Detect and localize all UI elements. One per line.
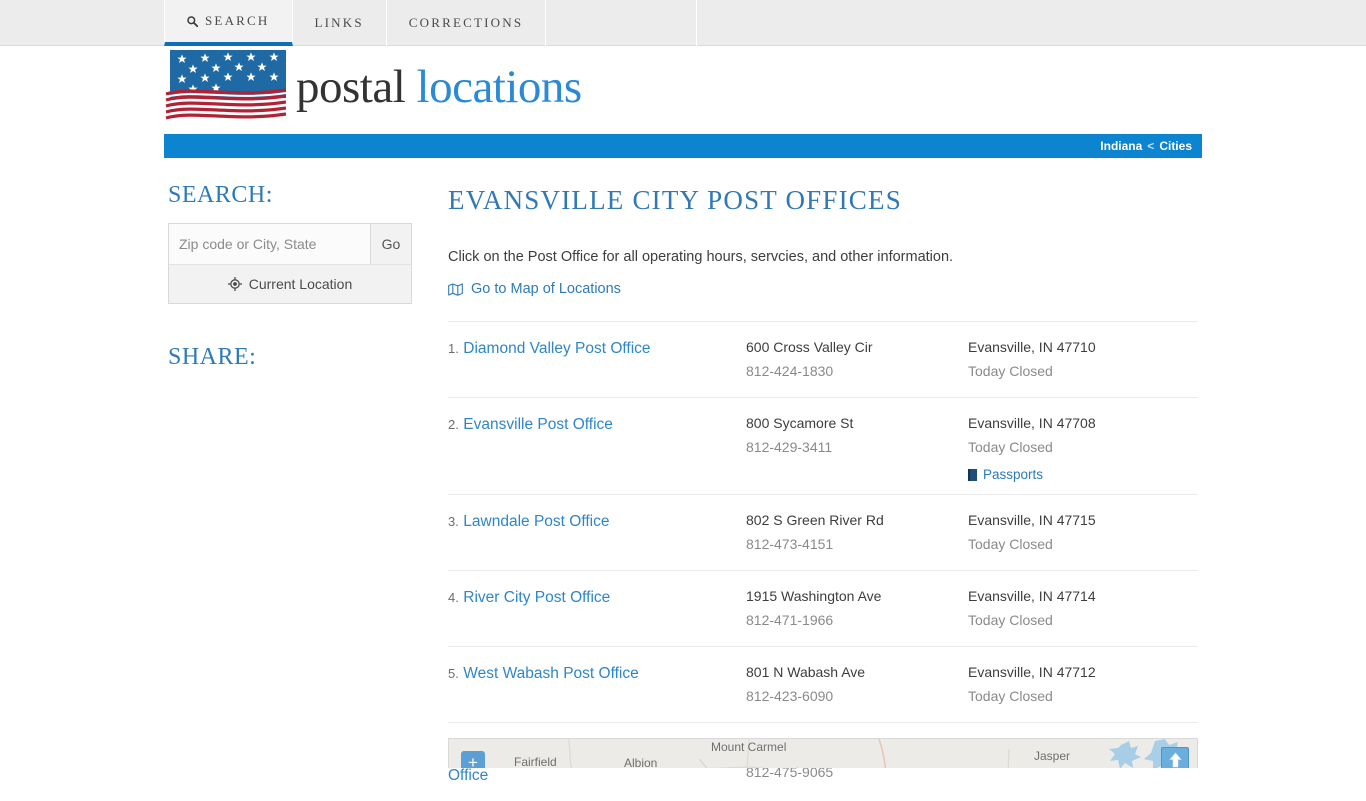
- locations-map[interactable]: Fairfield Albion Mount Carmel Princeton …: [448, 738, 1198, 768]
- office-link[interactable]: Diamond Valley Post Office: [463, 340, 650, 357]
- office-address: 801 N Wabash Ave: [746, 664, 866, 680]
- office-city-cell: Evansville, IN 47710 Today Closed: [968, 336, 1198, 385]
- table-row: 3. Lawndale Post Office 802 S Green Rive…: [448, 494, 1198, 570]
- office-status: Today Closed: [968, 439, 1053, 455]
- search-panel: Go Current Location: [168, 223, 412, 304]
- current-location-button[interactable]: Current Location: [169, 264, 411, 303]
- nav-tab-links[interactable]: LINKS: [293, 0, 387, 46]
- office-status: Today Closed: [968, 688, 1053, 704]
- row-index: 4.: [448, 590, 459, 605]
- map-label: Mount Carmel: [711, 740, 787, 754]
- nav-empty-slot: [546, 0, 698, 46]
- breadcrumb: Indiana < Cities: [164, 134, 1202, 158]
- search-input[interactable]: [169, 224, 371, 264]
- share-section-title: SHARE:: [168, 344, 257, 370]
- row-index: 1.: [448, 341, 459, 356]
- office-city-state-zip: Evansville, IN 47712: [968, 664, 1096, 680]
- office-phone: 812-424-1830: [746, 363, 834, 379]
- table-row: 5. West Wabash Post Office 801 N Wabash …: [448, 646, 1198, 722]
- passports-link[interactable]: Passports: [968, 467, 1043, 482]
- scroll-to-top-button[interactable]: [1161, 747, 1189, 768]
- office-city-cell: Evansville, IN 47708 Today Closed Passpo…: [968, 412, 1198, 482]
- sidebar: SEARCH: Go Current Location SHARE:: [168, 182, 418, 371]
- office-address-cell: 600 Cross Valley Cir 812-424-1830: [746, 336, 968, 385]
- nav-tab-corrections-label: CORRECTIONS: [408, 15, 524, 30]
- go-to-map-link[interactable]: Go to Map of Locations: [448, 281, 621, 297]
- map-icon: [448, 282, 463, 296]
- office-city-cell: Evansville, IN 47712 Today Closed: [968, 661, 1198, 710]
- current-location-label: Current Location: [248, 276, 353, 292]
- table-row: 2. Evansville Post Office 800 Sycamore S…: [448, 397, 1198, 494]
- site-header: postal locations: [164, 46, 1202, 136]
- main-content: EVANSVILLE CITY POST OFFICES Click on th…: [448, 184, 1198, 801]
- office-status: Today Closed: [968, 612, 1053, 628]
- site-logo[interactable]: postal locations: [296, 54, 582, 120]
- office-link[interactable]: Lawndale Post Office: [463, 513, 609, 530]
- nav-tab-search-label: SEARCH: [205, 13, 270, 28]
- search-go-button[interactable]: Go: [371, 224, 411, 264]
- passport-book-icon: [968, 468, 977, 481]
- location-target-icon: [227, 277, 242, 291]
- breadcrumb-separator: <: [1147, 139, 1155, 153]
- passports-label: Passports: [983, 467, 1044, 482]
- table-row: 1. Diamond Valley Post Office 600 Cross …: [448, 321, 1198, 397]
- nav-tab-search[interactable]: SEARCH: [164, 0, 293, 46]
- office-address-cell: 800 Sycamore St 812-429-3411: [746, 412, 968, 482]
- arrow-up-icon: [1168, 752, 1182, 769]
- brand-word-postal: postal: [296, 61, 406, 113]
- office-name-cell: 1. Diamond Valley Post Office: [448, 336, 746, 385]
- office-city-state-zip: Evansville, IN 47714: [968, 588, 1096, 604]
- us-flag-icon[interactable]: [164, 46, 286, 126]
- office-city-state-zip: Evansville, IN 47710: [968, 339, 1096, 355]
- office-status: Today Closed: [968, 536, 1053, 552]
- office-address-cell: 802 S Green River Rd 812-473-4151: [746, 509, 968, 558]
- office-name-cell: 2. Evansville Post Office: [448, 412, 746, 482]
- post-office-list: 1. Diamond Valley Post Office 600 Cross …: [448, 321, 1198, 801]
- office-name-cell: 5. West Wabash Post Office: [448, 661, 746, 710]
- row-index: 2.: [448, 417, 459, 432]
- office-city-cell: Evansville, IN 47714 Today Closed: [968, 585, 1198, 634]
- office-phone: 812-471-1966: [746, 612, 834, 628]
- nav-tab-corrections[interactable]: CORRECTIONS: [387, 0, 547, 46]
- office-address: 800 Sycamore St: [746, 415, 854, 431]
- office-city-state-zip: Evansville, IN 47715: [968, 512, 1096, 528]
- office-address: 1915 Washington Ave: [746, 588, 882, 604]
- map-zoom-in-button[interactable]: +: [461, 751, 485, 768]
- breadcrumb-cities-link[interactable]: Cities: [1159, 139, 1192, 153]
- office-phone: 812-473-4151: [746, 536, 834, 552]
- office-link[interactable]: Evansville Post Office: [463, 416, 613, 433]
- map-label: Albion: [624, 756, 658, 768]
- top-navigation-bar: SEARCH LINKS CORRECTIONS: [0, 0, 1366, 46]
- office-city-state-zip: Evansville, IN 47708: [968, 415, 1096, 431]
- office-city-cell: Evansville, IN 47715 Today Closed: [968, 509, 1198, 558]
- office-link[interactable]: West Wabash Post Office: [463, 665, 638, 682]
- office-phone: 812-429-3411: [746, 439, 833, 455]
- office-name-cell: 4. River City Post Office: [448, 585, 746, 634]
- office-address: 600 Cross Valley Cir: [746, 339, 873, 355]
- breadcrumb-state-link[interactable]: Indiana: [1100, 139, 1142, 153]
- office-address-cell: 801 N Wabash Ave 812-423-6090: [746, 661, 968, 710]
- search-row: Go: [169, 224, 411, 264]
- nav-tab-links-label: LINKS: [314, 15, 364, 30]
- table-row: 4. River City Post Office 1915 Washingto…: [448, 570, 1198, 646]
- map-label: Fairfield: [514, 755, 557, 768]
- search-icon: [187, 15, 198, 27]
- map-label: Jasper: [1034, 749, 1071, 763]
- brand-word-locations: locations: [416, 61, 583, 113]
- search-section-title: SEARCH:: [168, 182, 273, 208]
- go-to-map-label: Go to Map of Locations: [471, 281, 621, 297]
- office-phone: 812-423-6090: [746, 688, 834, 704]
- page-title: EVANSVILLE CITY POST OFFICES: [448, 185, 902, 215]
- row-index: 5.: [448, 666, 459, 681]
- office-name-cell: 3. Lawndale Post Office: [448, 509, 746, 558]
- office-address: 802 S Green River Rd: [746, 512, 884, 528]
- intro-text: Click on the Post Office for all operati…: [448, 249, 954, 265]
- office-link[interactable]: River City Post Office: [463, 589, 610, 606]
- office-address-cell: 1915 Washington Ave 812-471-1966: [746, 585, 968, 634]
- row-index: 3.: [448, 514, 459, 529]
- nav-tab-list: SEARCH LINKS CORRECTIONS: [164, 0, 698, 46]
- office-status: Today Closed: [968, 363, 1053, 379]
- map-graphic: [449, 739, 1197, 768]
